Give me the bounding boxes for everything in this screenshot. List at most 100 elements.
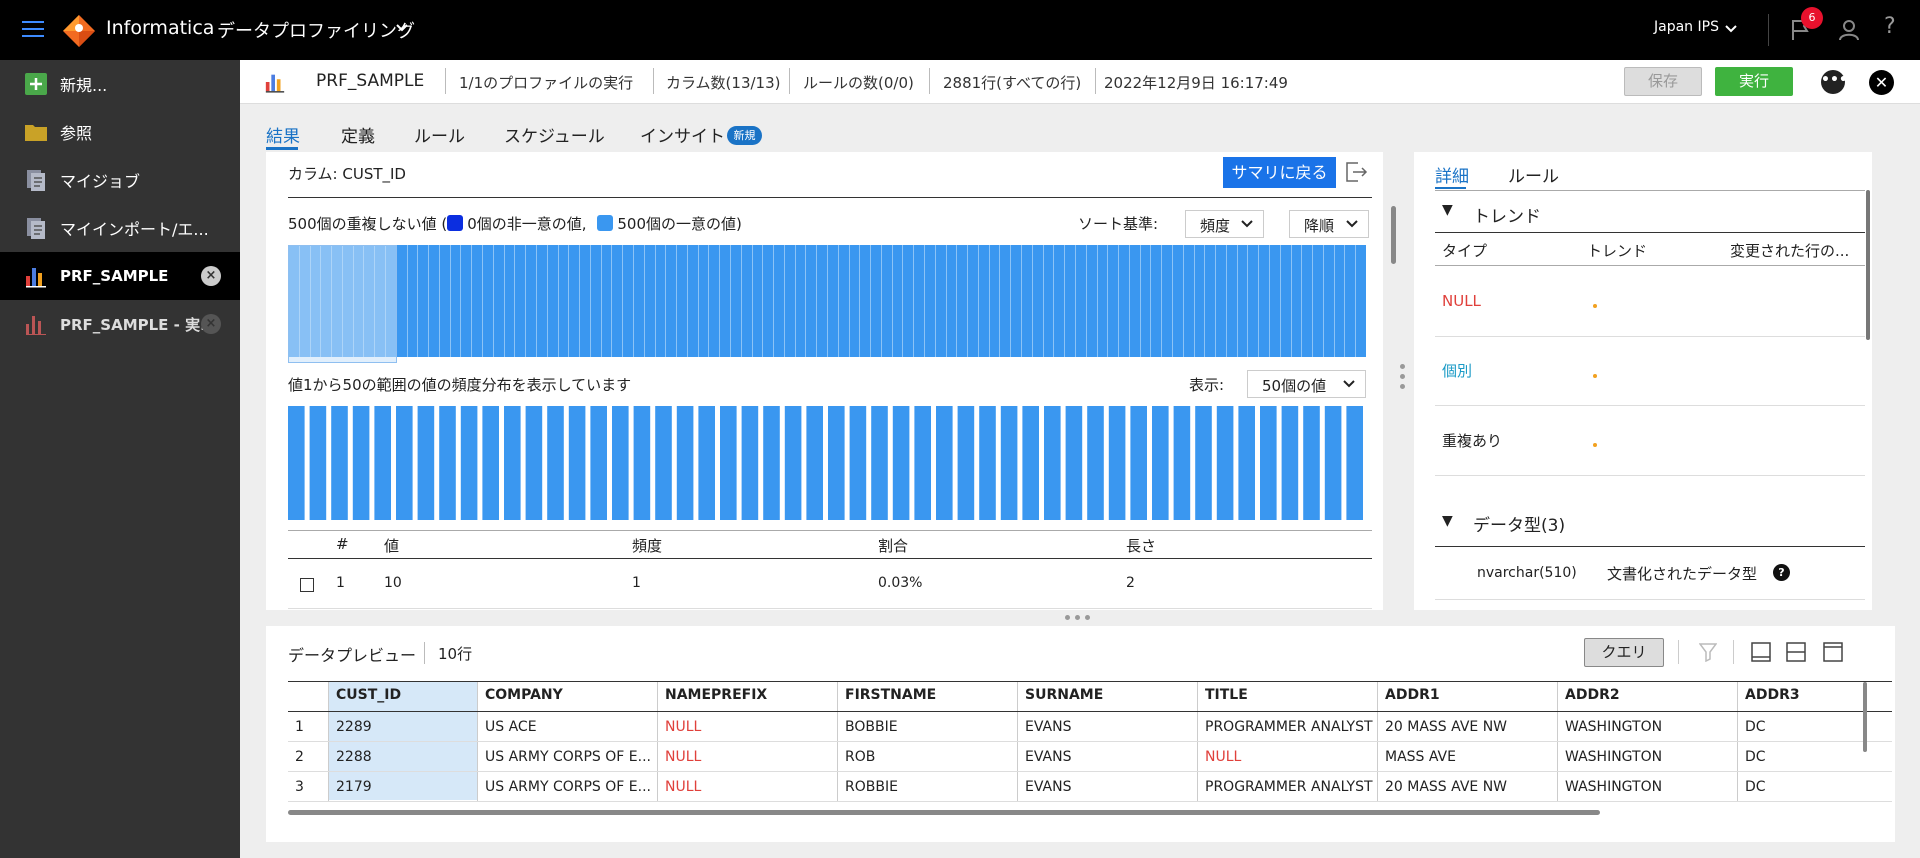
run-button[interactable]: 実行 (1715, 67, 1793, 96)
table-cell[interactable]: EVANS (1017, 772, 1197, 802)
frequency-bar[interactable] (1044, 406, 1061, 520)
layout-split-icon[interactable] (1786, 642, 1806, 662)
chevron-down-icon[interactable] (1725, 23, 1737, 35)
scrollbar[interactable] (1391, 206, 1396, 264)
help-icon[interactable]: ? (1884, 14, 1896, 39)
more-options-icon[interactable]: ••• (1821, 70, 1848, 94)
frequency-bar[interactable] (1130, 406, 1147, 520)
scrollbar[interactable] (1866, 190, 1870, 340)
frequency-bar[interactable] (417, 406, 435, 520)
frequency-bar[interactable] (849, 406, 867, 520)
back-to-summary-button[interactable]: サマリに戻る (1223, 157, 1336, 188)
tab-schedule[interactable]: スケジュール (504, 122, 605, 147)
tab-insights[interactable]: インサイト (640, 122, 725, 147)
sidebar-item-new[interactable]: 新規... (0, 60, 240, 108)
frequency-bar[interactable] (1216, 406, 1234, 520)
frequency-bar[interactable] (655, 406, 672, 520)
frequency-bar[interactable] (482, 406, 499, 520)
frequency-bar[interactable] (590, 406, 607, 520)
horizontal-scrollbar[interactable] (288, 810, 1600, 815)
table-cell[interactable]: NULL (657, 712, 837, 742)
filter-icon[interactable] (1699, 642, 1717, 662)
table-cell[interactable]: US ARMY CORPS OF E... (477, 772, 657, 802)
org-name[interactable]: Japan IPS (1654, 19, 1719, 35)
table-cell[interactable]: WASHINGTON (1557, 712, 1737, 742)
close-icon[interactable]: × (201, 314, 221, 334)
sidebar-item-my-imports[interactable]: マイインポート/エ... (0, 204, 240, 252)
column-header-surname[interactable]: SURNAME (1017, 682, 1197, 711)
table-cell[interactable]: DC (1737, 772, 1863, 802)
frequency-bar[interactable] (504, 406, 521, 520)
frequency-bar[interactable] (288, 406, 305, 520)
close-icon[interactable]: ✕ (1869, 70, 1894, 95)
layout-top-icon[interactable] (1823, 642, 1843, 662)
frequency-bar[interactable] (1238, 406, 1255, 520)
save-button[interactable]: 保存 (1624, 67, 1702, 96)
table-cell[interactable]: MASS AVE (1377, 742, 1557, 772)
sidebar-item-prf-sample-run[interactable]: PRF_SAMPLE - 実... × (0, 300, 240, 348)
frequency-bar[interactable] (1000, 406, 1018, 520)
trend-section-title[interactable]: トレンド (1473, 202, 1541, 227)
table-cell[interactable]: 2288 (328, 742, 477, 772)
frequency-bar[interactable] (720, 406, 737, 520)
frequency-bar[interactable] (698, 406, 715, 520)
table-cell[interactable]: 2179 (328, 772, 477, 802)
col-header-num[interactable]: # (336, 535, 349, 553)
table-cell[interactable]: DC (1737, 712, 1863, 742)
show-count-dropdown[interactable]: 50個の値 (1247, 370, 1366, 398)
frequency-bar[interactable] (784, 406, 802, 520)
frequency-bar[interactable] (979, 406, 996, 520)
frequency-bar[interactable] (1260, 406, 1277, 520)
frequency-bar[interactable] (1022, 406, 1039, 520)
column-header-addr3[interactable]: ADDR3 (1737, 682, 1863, 711)
frequency-bar[interactable] (871, 406, 888, 520)
table-cell[interactable]: 20 MASS AVE NW (1377, 772, 1557, 802)
sort-order-dropdown[interactable]: 降順 (1289, 210, 1369, 238)
frequency-bar[interactable] (1108, 406, 1126, 520)
close-icon[interactable]: × (201, 266, 221, 286)
notification-badge[interactable]: 6 (1801, 7, 1823, 29)
table-cell[interactable]: NULL (1197, 742, 1377, 772)
export-icon[interactable] (1344, 160, 1368, 184)
table-cell[interactable]: US ACE (477, 712, 657, 742)
datatype-section-title[interactable]: データ型(3) (1473, 511, 1565, 536)
table-cell[interactable]: BOBBIE (837, 712, 1017, 742)
column-header-title[interactable]: TITLE (1197, 682, 1377, 711)
frequency-bar[interactable] (806, 406, 823, 520)
frequency-bar[interactable] (1281, 406, 1299, 520)
frequency-bar[interactable] (525, 406, 543, 520)
table-cell[interactable]: 2289 (328, 712, 477, 742)
collapse-triangle-icon[interactable]: ▼ (1442, 202, 1453, 218)
frequency-bar[interactable] (568, 406, 586, 520)
table-cell[interactable]: NULL (657, 772, 837, 802)
frequency-bar[interactable] (1346, 406, 1363, 520)
tab-rules[interactable]: ルール (414, 122, 465, 147)
frequency-bar[interactable] (1152, 406, 1169, 520)
frequency-bar[interactable] (1195, 406, 1212, 520)
frequency-bar[interactable] (936, 406, 953, 520)
frequency-bar[interactable] (1324, 406, 1342, 520)
tab-details[interactable]: 詳細 (1435, 162, 1469, 187)
frequency-bar[interactable] (309, 406, 327, 520)
column-header-firstname[interactable]: FIRSTNAME (837, 682, 1017, 711)
sidebar-item-prf-sample[interactable]: PRF_SAMPLE × (0, 252, 240, 300)
col-header-frequency[interactable]: 頻度 (632, 535, 662, 556)
column-header-addr1[interactable]: ADDR1 (1377, 682, 1557, 711)
frequency-bar[interactable] (633, 406, 651, 520)
frequency-bar[interactable] (957, 406, 975, 520)
value-overview-strip[interactable] (288, 245, 1366, 363)
column-header-nameprefix[interactable]: NAMEPREFIX (657, 682, 837, 711)
frequency-bar[interactable] (460, 406, 478, 520)
table-cell[interactable]: ROB (837, 742, 1017, 772)
frequency-bar[interactable] (352, 406, 370, 520)
sidebar-item-my-jobs[interactable]: マイジョブ (0, 156, 240, 204)
scrollbar[interactable] (1863, 682, 1867, 752)
sort-by-dropdown[interactable]: 頻度 (1185, 210, 1264, 238)
frequency-bar[interactable] (763, 406, 780, 520)
row-checkbox[interactable] (300, 578, 314, 592)
frequency-bar[interactable] (612, 406, 629, 520)
column-header-cust-id[interactable]: CUST_ID (328, 682, 477, 711)
table-cell[interactable]: 20 MASS AVE NW (1377, 712, 1557, 742)
query-button[interactable]: クエリ (1584, 638, 1664, 667)
horizontal-splitter[interactable] (266, 610, 1872, 626)
